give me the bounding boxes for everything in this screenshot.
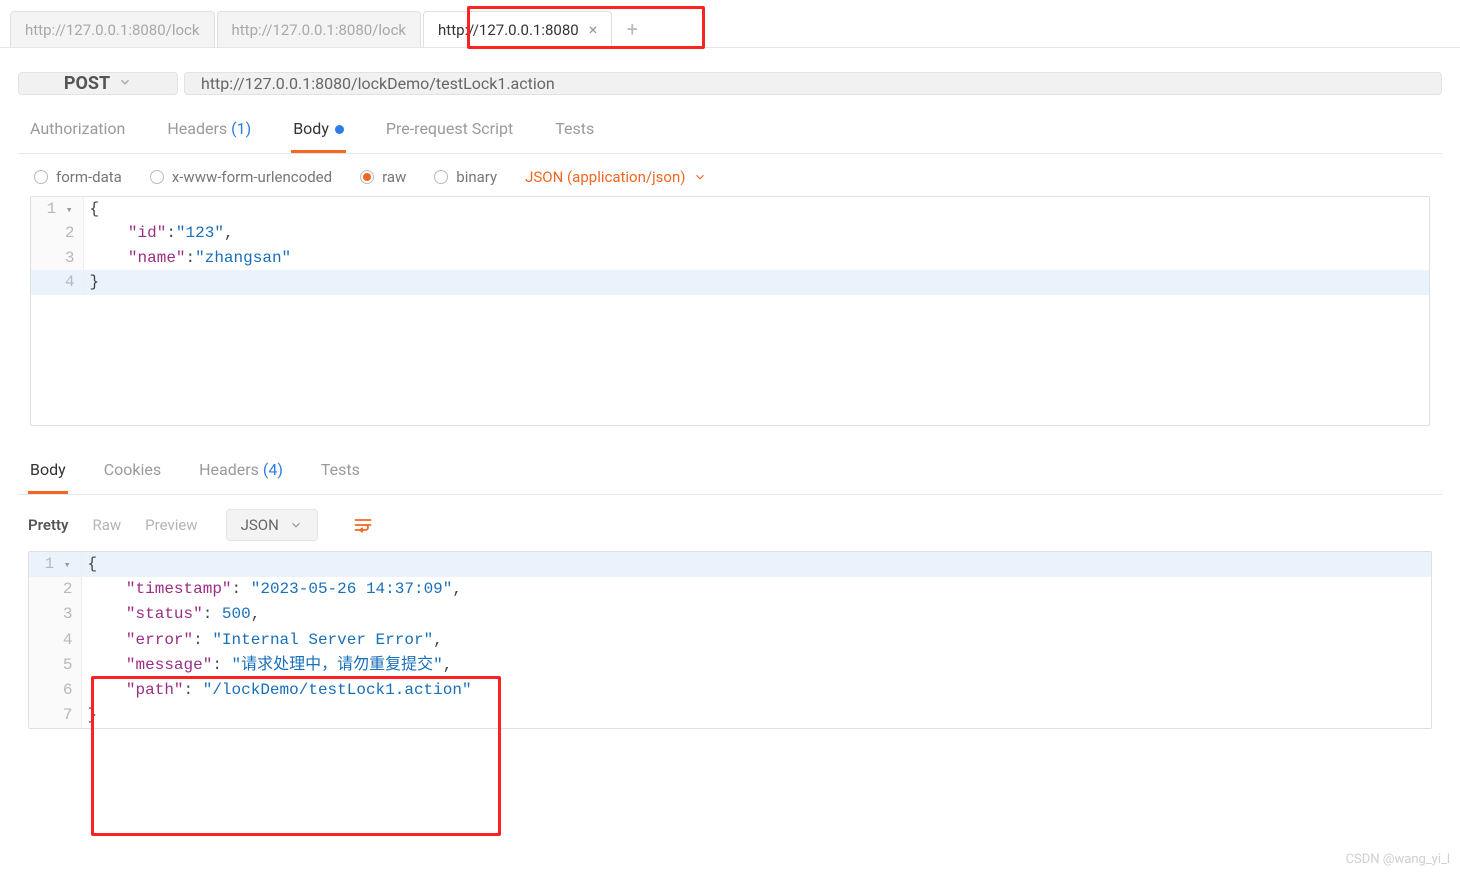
url-text: http://127.0.0.1:8080/lockDemo/testLock1…: [201, 74, 555, 93]
http-method-dropdown[interactable]: POST: [18, 72, 178, 95]
request-subtabs: Authorization Headers (1) Body Pre-reque…: [18, 113, 1442, 154]
tab-request-1[interactable]: http://127.0.0.1:8080/lock: [217, 11, 422, 47]
radio-raw[interactable]: raw: [360, 168, 406, 186]
url-input[interactable]: http://127.0.0.1:8080/lockDemo/testLock1…: [184, 72, 1442, 95]
http-method-label: POST: [64, 73, 110, 94]
view-pretty[interactable]: Pretty: [28, 516, 68, 534]
response-tab-tests[interactable]: Tests: [319, 454, 362, 494]
watermark: CSDN @wang_yi_l: [1346, 852, 1450, 867]
view-raw[interactable]: Raw: [92, 516, 121, 534]
radio-binary[interactable]: binary: [434, 168, 497, 186]
tab-label: http://127.0.0.1:8080/lock: [25, 21, 200, 39]
request-section: POST http://127.0.0.1:8080/lockDemo/test…: [0, 48, 1460, 426]
tab-tests[interactable]: Tests: [553, 113, 596, 153]
modified-dot-icon: [335, 125, 344, 134]
response-toolbar: Pretty Raw Preview JSON: [18, 495, 1442, 551]
tab-headers[interactable]: Headers (1): [165, 113, 253, 153]
response-tabs: Body Cookies Headers (4) Tests: [18, 454, 1442, 495]
tab-label: http://127.0.0.1:8080/lock: [232, 21, 407, 39]
chevron-down-icon: [118, 75, 132, 93]
tab-request-2[interactable]: http://127.0.0.1:8080 ×: [423, 11, 612, 47]
content-type-dropdown[interactable]: JSON (application/json): [525, 168, 707, 186]
response-body-editor[interactable]: 1 ▾{ 2 "timestamp": "2023-05-26 14:37:09…: [28, 551, 1432, 729]
view-preview[interactable]: Preview: [145, 516, 197, 534]
response-headers-count: (4): [263, 460, 283, 479]
close-icon[interactable]: ×: [589, 22, 598, 38]
tab-prerequest[interactable]: Pre-request Script: [384, 113, 515, 153]
request-body-editor[interactable]: 1 ▾{ 2 "id":"123", 3 "name":"zhangsan" 4…: [30, 196, 1430, 426]
response-tab-headers[interactable]: Headers (4): [197, 454, 285, 494]
radio-form-data[interactable]: form-data: [34, 168, 122, 186]
response-section: Body Cookies Headers (4) Tests Pretty Ra…: [0, 454, 1460, 729]
wrap-lines-icon[interactable]: [346, 510, 380, 540]
response-format-dropdown[interactable]: JSON: [226, 509, 318, 541]
response-tab-body[interactable]: Body: [28, 454, 68, 494]
tab-label: http://127.0.0.1:8080: [438, 21, 579, 39]
tab-authorization[interactable]: Authorization: [28, 113, 127, 153]
tabs-bar: http://127.0.0.1:8080/lock http://127.0.…: [0, 0, 1460, 48]
headers-count: (1): [231, 119, 251, 138]
tab-body[interactable]: Body: [291, 113, 346, 153]
response-tab-cookies[interactable]: Cookies: [102, 454, 163, 494]
body-type-row: form-data x-www-form-urlencoded raw bina…: [18, 154, 1442, 196]
tab-request-0[interactable]: http://127.0.0.1:8080/lock: [10, 11, 215, 47]
new-tab-button[interactable]: +: [614, 11, 650, 47]
radio-urlencoded[interactable]: x-www-form-urlencoded: [150, 168, 332, 186]
